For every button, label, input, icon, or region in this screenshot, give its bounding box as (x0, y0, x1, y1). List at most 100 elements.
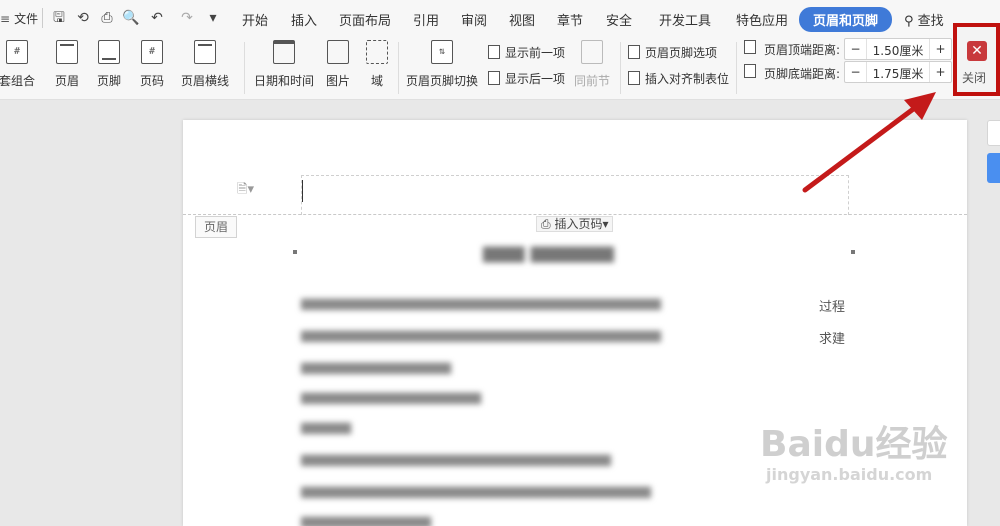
button-label: 图片 (325, 74, 351, 88)
footer-bottom-distance-icon (744, 64, 761, 79)
blurred-line: ▆▆▆▆▆▆▆▆▆▆▆▆▆▆▆ (301, 360, 451, 375)
blurred-line: ▆▆▆▆▆▆▆▆▆▆▆▆▆▆▆▆▆▆▆▆▆▆▆▆▆▆▆▆▆▆▆▆▆▆▆▆ (301, 328, 661, 343)
tab-chapter[interactable]: 章节 (557, 10, 583, 29)
bottom-distance-value[interactable]: 1.75厘米 (869, 65, 927, 82)
picture-button[interactable]: 图片 (326, 40, 350, 88)
link-previous-icon (581, 40, 603, 64)
print-icon[interactable]: ⎙ (98, 9, 116, 27)
show-previous-button[interactable]: 显示前一项 (488, 44, 565, 61)
tab-view[interactable]: 视图 (509, 10, 535, 29)
header-button[interactable]: 页眉 (50, 40, 84, 88)
top-distance-value[interactable]: 1.50厘米 (869, 42, 927, 59)
file-label: 文件 (14, 12, 39, 26)
show-previous-label: 显示前一项 (505, 46, 566, 60)
page-number-button[interactable]: # 页码 (135, 40, 169, 88)
divider (244, 42, 245, 94)
increase-button[interactable]: + (929, 62, 951, 82)
footer-button[interactable]: 页脚 (92, 40, 126, 88)
redo-icon[interactable]: ↷ (178, 9, 196, 27)
top-distance-icon (744, 40, 756, 54)
page-number-icon: # (141, 40, 163, 64)
blurred-line: ▆▆▆▆▆▆▆▆▆▆▆▆▆▆▆▆▆▆ (301, 390, 481, 405)
header-tag: 页眉 (195, 216, 237, 238)
switch-icon: ⇅ (431, 40, 453, 64)
top-distance-stepper[interactable]: − 1.50厘米 + (844, 38, 952, 60)
button-label: 套组合 (0, 74, 36, 88)
tab-start[interactable]: 开始 (242, 10, 268, 29)
tab-special-apps[interactable]: 特色应用 (736, 10, 788, 29)
align-tab-icon (628, 71, 640, 85)
button-label: 页码 (139, 74, 165, 88)
search-icon: ⚲ (904, 14, 914, 29)
body-text-fragment: 过程 (819, 300, 846, 315)
tab-security[interactable]: 安全 (606, 10, 632, 29)
blurred-line: ▆▆▆▆▆▆▆▆▆▆▆▆▆ (301, 514, 431, 526)
previous-icon (488, 45, 500, 59)
menu-bar: ≡ 文件 🖫 ⟲ ⎙ 🔍 ↶ ↷ ▾ 开始 插入 页面布局 引用 审阅 视图 章节… (0, 0, 1000, 36)
blurred-line: ▆▆▆▆▆▆▆▆▆▆▆▆▆▆▆▆▆▆▆▆▆▆▆▆▆▆▆▆▆▆▆▆▆▆▆ (301, 484, 651, 499)
undo-icon[interactable]: ↶ (148, 9, 166, 27)
dropdown-icon: ▾ (602, 217, 609, 231)
tab-developer[interactable]: 开发工具 (659, 10, 711, 29)
blurred-line: ▆▆▆▆▆▆▆▆▆▆▆▆▆▆▆▆▆▆▆▆▆▆▆▆▆▆▆▆▆▆▆▆▆▆▆▆ (301, 296, 661, 311)
decrease-button[interactable]: − (845, 62, 867, 82)
bottom-distance-label: 页脚底端距离: (764, 67, 841, 81)
ribbon: # 套组合 页眉 页脚 # 页码 页眉横线 日期和时间 图片 域 ⇅ 页眉页脚切… (0, 36, 1000, 100)
customize-dropdown-icon[interactable]: ▾ (204, 9, 222, 27)
tab-header-footer[interactable]: 页眉和页脚 (799, 7, 893, 32)
document-icon[interactable]: 🗎▾ (237, 180, 254, 202)
tab-review[interactable]: 审阅 (461, 10, 487, 29)
calendar-icon (273, 40, 295, 64)
header-boundary (183, 214, 967, 215)
file-menu[interactable]: ≡ 文件 (0, 10, 38, 27)
bottom-distance-stepper[interactable]: − 1.75厘米 + (844, 61, 952, 83)
header-icon (56, 40, 78, 64)
insert-align-tab-button[interactable]: 插入对齐制表位 (628, 70, 729, 87)
page-number-set-icon: # (6, 40, 28, 64)
same-as-previous-button[interactable]: 同前节 (574, 40, 610, 88)
save-icon[interactable]: 🖫 (50, 9, 68, 27)
header-footer-set-button[interactable]: # 套组合 (0, 40, 35, 88)
header-footer-options-button[interactable]: 页眉页脚选项 (628, 44, 717, 61)
insert-page-number-button[interactable]: ⎙ 插入页码▾ (536, 216, 614, 232)
print-preview-icon[interactable]: 🔍 (122, 9, 140, 27)
button-label: 页眉横线 (180, 74, 230, 88)
header-footer-switch-button[interactable]: ⇅ 页眉页脚切换 (406, 40, 478, 88)
footer-icon (98, 40, 120, 64)
margin-corner-marker (851, 250, 855, 254)
side-panel-tab[interactable] (987, 120, 1000, 146)
close-icon: ✕ (967, 41, 987, 61)
bottom-distance-icon (744, 64, 756, 78)
button-label: 页脚 (96, 74, 122, 88)
body-text-fragment: 求建 (819, 332, 846, 347)
tab-references[interactable]: 引用 (413, 10, 439, 29)
tab-page-layout[interactable]: 页面布局 (339, 10, 391, 29)
divider (398, 42, 399, 94)
next-icon (488, 71, 500, 85)
close-label: 关闭 (962, 71, 987, 85)
header-editing-area[interactable] (301, 175, 849, 215)
options-label: 页眉页脚选项 (645, 46, 718, 60)
increase-button[interactable]: + (929, 39, 951, 59)
button-label: 日期和时间 (253, 74, 315, 88)
button-label: 同前节 (573, 74, 611, 88)
decrease-button[interactable]: − (845, 39, 867, 59)
date-time-button[interactable]: 日期和时间 (254, 40, 314, 88)
side-panel-active-tab[interactable] (987, 153, 1000, 183)
header-top-distance-icon (744, 40, 761, 55)
tab-insert[interactable]: 插入 (291, 10, 317, 29)
page-number-mini-icon: ⎙ (541, 217, 551, 231)
close-header-footer-button[interactable]: ✕ 关闭 (953, 23, 1000, 96)
top-distance-label: 页眉顶端距离: (764, 43, 841, 57)
divider (620, 42, 621, 94)
search-button[interactable]: ⚲ 查找 (904, 10, 944, 29)
format-painter-icon[interactable]: ⟲ (74, 9, 92, 27)
button-label: 页眉页脚切换 (405, 74, 479, 88)
button-label: 页眉 (54, 74, 80, 88)
watermark-url: jingyan.baidu.com (766, 465, 933, 484)
header-line-button[interactable]: 页眉横线 (181, 40, 229, 88)
button-label: 域 (370, 74, 384, 88)
divider (736, 42, 737, 94)
field-button[interactable]: 域 (366, 40, 388, 88)
show-next-button[interactable]: 显示后一项 (488, 70, 565, 87)
